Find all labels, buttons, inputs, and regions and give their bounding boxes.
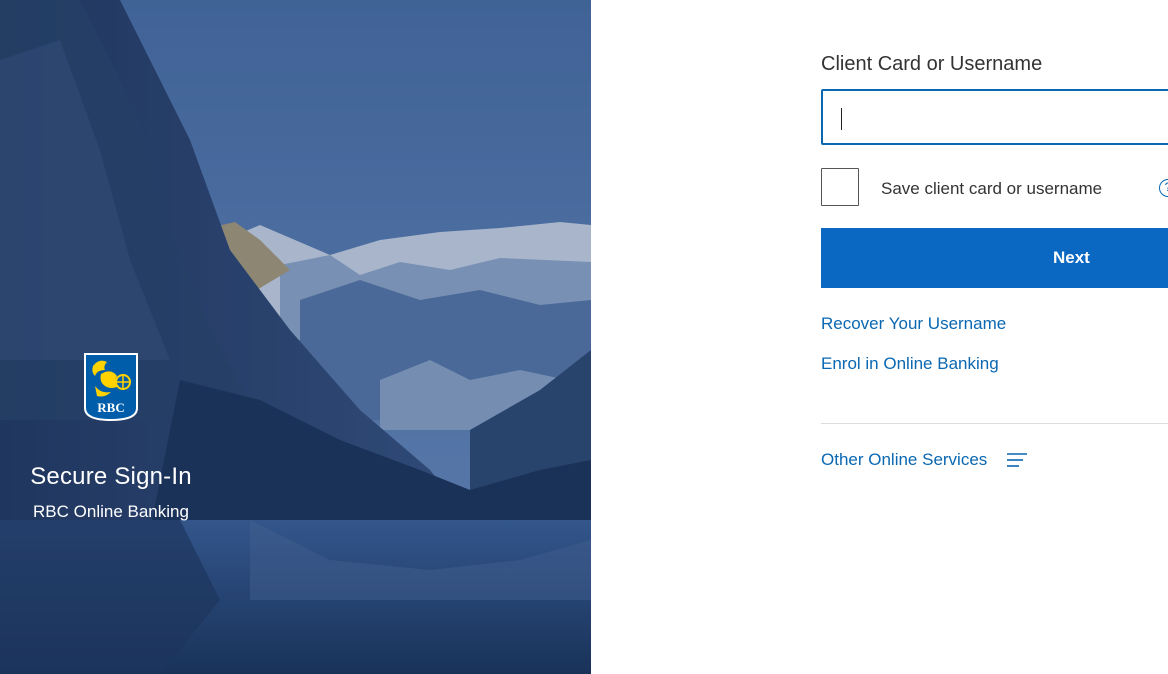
menu-lines-icon[interactable] <box>1006 452 1028 468</box>
other-online-services-link[interactable]: Other Online Services <box>821 450 987 470</box>
enrol-online-banking-link[interactable]: Enrol in Online Banking <box>821 354 999 374</box>
divider <box>821 423 1168 424</box>
hero-panel: RBC Secure Sign-In RBC Online Banking <box>0 0 591 674</box>
save-username-row: Save client card or username ? <box>821 168 1168 208</box>
next-button[interactable]: Next <box>821 228 1168 288</box>
recover-username-link[interactable]: Recover Your Username <box>821 314 1006 334</box>
brand: RBC <box>0 352 222 427</box>
rbc-logo: RBC <box>84 353 138 422</box>
save-username-label[interactable]: Save client card or username <box>881 179 1102 199</box>
text-caret <box>841 108 842 130</box>
sign-in-page: RBC Secure Sign-In RBC Online Banking Cl… <box>0 0 1168 674</box>
username-label: Client Card or Username <box>821 53 1043 75</box>
hero-overlay <box>0 0 591 674</box>
hero-title: Secure Sign-In <box>30 463 192 490</box>
username-input[interactable] <box>821 89 1168 145</box>
rbc-logo-text: RBC <box>97 400 124 415</box>
save-username-checkbox[interactable] <box>821 168 859 206</box>
help-circle-icon[interactable]: ? <box>1159 179 1168 197</box>
hero-subtitle: RBC Online Banking <box>33 502 189 521</box>
